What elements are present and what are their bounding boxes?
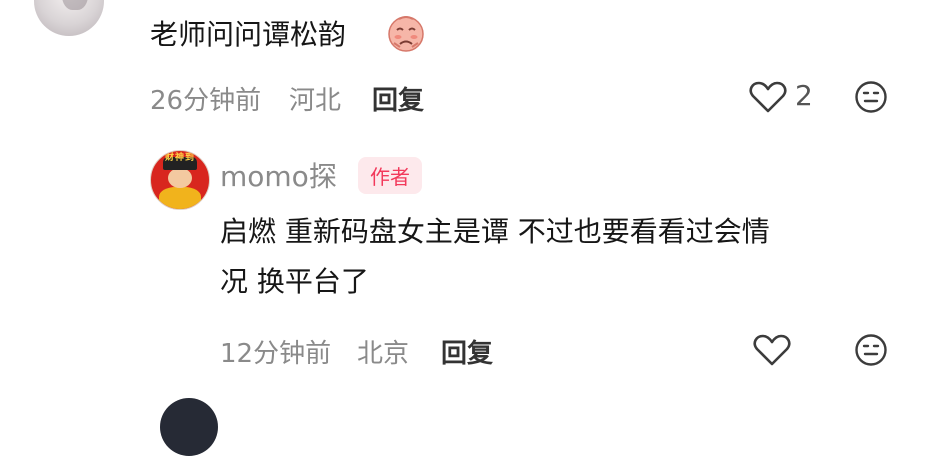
comment-location: 北京 bbox=[357, 339, 410, 369]
face-icon[interactable] bbox=[854, 80, 888, 114]
avatar[interactable]: 财神到 bbox=[150, 150, 210, 210]
author-name[interactable]: momo探 bbox=[220, 155, 337, 195]
pleading-face-emoji bbox=[386, 13, 426, 53]
comment-text: 启燃 重新码盘女主是谭 不过也要看看过会情 况 换平台了 bbox=[220, 212, 900, 302]
face-icon[interactable] bbox=[854, 333, 888, 367]
comment-time: 26分钟前 bbox=[150, 86, 262, 116]
comment-line: 启燃 重新码盘女主是谭 不过也要看看过会情 bbox=[220, 215, 770, 248]
like-count: 2 bbox=[795, 79, 813, 112]
comment-text: 老师问问谭松韵 bbox=[150, 18, 347, 51]
reply-button[interactable]: 回复 bbox=[441, 333, 493, 370]
reply-button[interactable]: 回复 bbox=[372, 80, 424, 117]
avatar[interactable] bbox=[160, 398, 218, 456]
heart-icon[interactable] bbox=[753, 333, 791, 367]
heart-icon[interactable] bbox=[749, 80, 787, 114]
comment-time: 12分钟前 bbox=[220, 339, 332, 369]
author-badge: 作者 bbox=[358, 157, 422, 194]
comment-location: 河北 bbox=[289, 86, 342, 116]
comment-line: 况 换平台了 bbox=[220, 265, 369, 298]
avatar[interactable] bbox=[34, 0, 104, 36]
